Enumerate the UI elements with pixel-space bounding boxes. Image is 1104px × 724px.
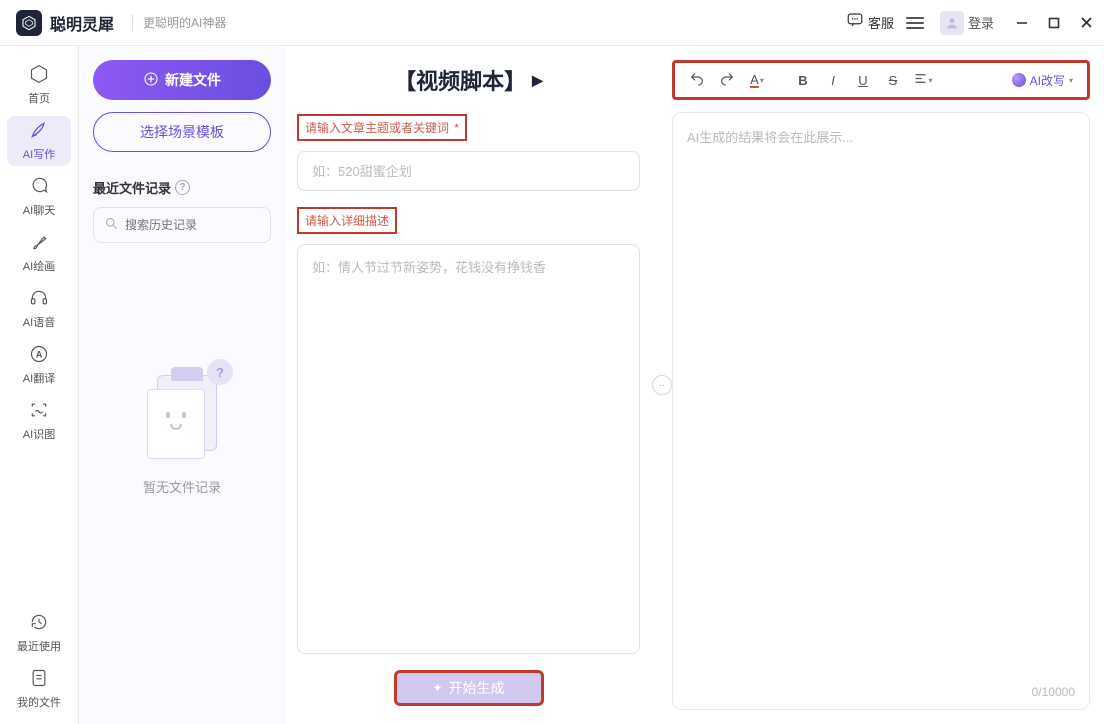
new-file-button[interactable]: 新建文件 bbox=[93, 60, 271, 100]
description-field-label: 请输入详细描述 bbox=[297, 207, 397, 234]
sidebar-item-label: AI聊天 bbox=[23, 202, 55, 218]
sidebar-item-label: AI写作 bbox=[23, 146, 55, 162]
sidebar-item-label: AI翻译 bbox=[23, 370, 55, 386]
brush-icon bbox=[29, 232, 49, 255]
composer-title: 【视频脚本】 bbox=[394, 64, 526, 96]
chat-bubble-icon bbox=[846, 11, 864, 34]
sidebar-item-ai-chat[interactable]: AI聊天 bbox=[7, 172, 71, 222]
result-output-area[interactable]: AI生成的结果将会在此展示... 0/10000 bbox=[672, 112, 1090, 710]
recent-files-title: 最近文件记录 bbox=[93, 178, 171, 197]
chevron-down-icon: ▾ bbox=[760, 76, 764, 85]
sidebar-item-ai-draw[interactable]: AI绘画 bbox=[7, 228, 71, 278]
recent-files-heading: 最近文件记录 ? bbox=[93, 178, 271, 197]
bold-icon: B bbox=[798, 73, 807, 88]
search-history-field[interactable] bbox=[93, 207, 271, 243]
composer-panel: 【视频脚本】 ▶ 请输入文章主题或者关键词 * 请输入详细描述 ✦ 开始生成 bbox=[285, 46, 652, 724]
sidebar-item-ai-audio[interactable]: AI语音 bbox=[7, 284, 71, 334]
composer-title-row[interactable]: 【视频脚本】 ▶ bbox=[297, 64, 640, 96]
sidebar-item-label: AI绘画 bbox=[23, 258, 55, 274]
char-counter: 0/10000 bbox=[1032, 685, 1075, 699]
ai-rewrite-label: AI改写 bbox=[1030, 72, 1065, 89]
new-file-label: 新建文件 bbox=[165, 70, 221, 90]
generate-button[interactable]: ✦ 开始生成 bbox=[394, 670, 544, 706]
sidebar-item-label: 我的文件 bbox=[17, 694, 61, 710]
sidebar: 首页 AI写作 AI聊天 AI绘画 AI语音 A AI翻译 AI识图 bbox=[0, 46, 79, 724]
brand-area: 聪明灵犀 更聪明的AI神器 bbox=[0, 10, 226, 36]
empty-clipboard-icon: ? bbox=[137, 363, 227, 463]
bold-button[interactable]: B bbox=[789, 66, 817, 94]
redo-icon bbox=[719, 71, 735, 90]
logo-icon bbox=[16, 10, 42, 36]
align-icon bbox=[913, 71, 928, 89]
result-placeholder: AI生成的结果将会在此展示... bbox=[687, 130, 853, 145]
sidebar-item-home[interactable]: 首页 bbox=[7, 60, 71, 110]
file-panel: 新建文件 选择场景模板 最近文件记录 ? ? 暂无文件记录 bbox=[79, 46, 285, 724]
menu-icon[interactable] bbox=[906, 17, 924, 29]
sidebar-item-my-files[interactable]: 我的文件 bbox=[7, 664, 71, 714]
underline-button[interactable]: U bbox=[849, 66, 877, 94]
user-icon bbox=[940, 11, 964, 35]
chevron-down-icon: ▾ bbox=[1069, 76, 1073, 85]
font-color-button[interactable]: A▾ bbox=[743, 66, 771, 94]
strikethrough-button[interactable]: S bbox=[879, 66, 907, 94]
sidebar-item-ai-translate[interactable]: A AI翻译 bbox=[7, 340, 71, 390]
help-icon[interactable]: ? bbox=[175, 180, 190, 195]
italic-button[interactable]: I bbox=[819, 66, 847, 94]
window-minimize-button[interactable] bbox=[1008, 9, 1036, 37]
customer-service-button[interactable]: 客服 bbox=[846, 11, 894, 34]
redo-button[interactable] bbox=[713, 66, 741, 94]
translate-icon: A bbox=[29, 344, 49, 367]
underline-icon: U bbox=[858, 73, 867, 88]
history-icon bbox=[29, 612, 49, 635]
sidebar-item-label: 首页 bbox=[28, 90, 50, 106]
headphone-icon bbox=[29, 288, 49, 311]
align-button[interactable]: ▾ bbox=[909, 66, 937, 94]
sidebar-item-ai-write[interactable]: AI写作 bbox=[7, 116, 71, 166]
topic-field-label: 请输入文章主题或者关键词 * bbox=[297, 114, 467, 141]
ai-rewrite-icon bbox=[1012, 73, 1026, 87]
sidebar-item-label: AI识图 bbox=[23, 426, 55, 442]
chat-icon bbox=[29, 176, 49, 199]
sparkle-icon: ✦ bbox=[432, 681, 442, 695]
generate-label: 开始生成 bbox=[449, 678, 505, 698]
sidebar-item-recent[interactable]: 最近使用 bbox=[7, 608, 71, 658]
undo-button[interactable] bbox=[683, 66, 711, 94]
description-textarea[interactable] bbox=[297, 244, 640, 654]
search-history-input[interactable] bbox=[125, 218, 280, 232]
pen-icon bbox=[29, 120, 49, 143]
brand-slogan: 更聪明的AI神器 bbox=[132, 14, 226, 31]
result-panel: A▾ B I U S ▾ AI改写 ▾ AI生成的结果将会在此展示... 0/1… bbox=[672, 46, 1104, 724]
empty-state-label: 暂无文件记录 bbox=[143, 477, 221, 496]
svg-text:A: A bbox=[36, 349, 43, 359]
home-icon bbox=[29, 64, 49, 87]
font-color-icon: A bbox=[750, 73, 759, 88]
file-icon bbox=[29, 668, 49, 691]
login-label: 登录 bbox=[968, 13, 994, 32]
empty-state: ? 暂无文件记录 bbox=[93, 363, 271, 496]
plus-icon bbox=[143, 71, 159, 90]
login-button[interactable]: 登录 bbox=[940, 11, 994, 35]
italic-icon: I bbox=[831, 73, 835, 88]
sidebar-item-label: AI语音 bbox=[23, 314, 55, 330]
window-maximize-button[interactable] bbox=[1040, 9, 1068, 37]
pane-splitter[interactable]: ·· bbox=[652, 46, 672, 724]
editor-toolbar: A▾ B I U S ▾ AI改写 ▾ bbox=[672, 60, 1090, 100]
undo-icon bbox=[689, 71, 705, 90]
choose-template-button[interactable]: 选择场景模板 bbox=[93, 112, 271, 152]
title-bar: 聪明灵犀 更聪明的AI神器 客服 登录 bbox=[0, 0, 1104, 46]
topic-input[interactable] bbox=[297, 151, 640, 191]
window-close-button[interactable] bbox=[1072, 9, 1100, 37]
customer-service-label: 客服 bbox=[868, 13, 894, 32]
scan-image-icon bbox=[29, 400, 49, 423]
chevron-down-icon: ▾ bbox=[928, 76, 932, 85]
brand-title: 聪明灵犀 bbox=[50, 11, 114, 35]
splitter-handle-icon: ·· bbox=[652, 375, 672, 395]
choose-template-label: 选择场景模板 bbox=[140, 122, 224, 142]
dropdown-triangle-icon: ▶ bbox=[532, 72, 543, 89]
search-icon bbox=[104, 216, 119, 234]
ai-rewrite-button[interactable]: AI改写 ▾ bbox=[1006, 72, 1079, 89]
sidebar-item-ai-image[interactable]: AI识图 bbox=[7, 396, 71, 446]
sidebar-item-label: 最近使用 bbox=[17, 638, 61, 654]
strikethrough-icon: S bbox=[889, 73, 898, 88]
